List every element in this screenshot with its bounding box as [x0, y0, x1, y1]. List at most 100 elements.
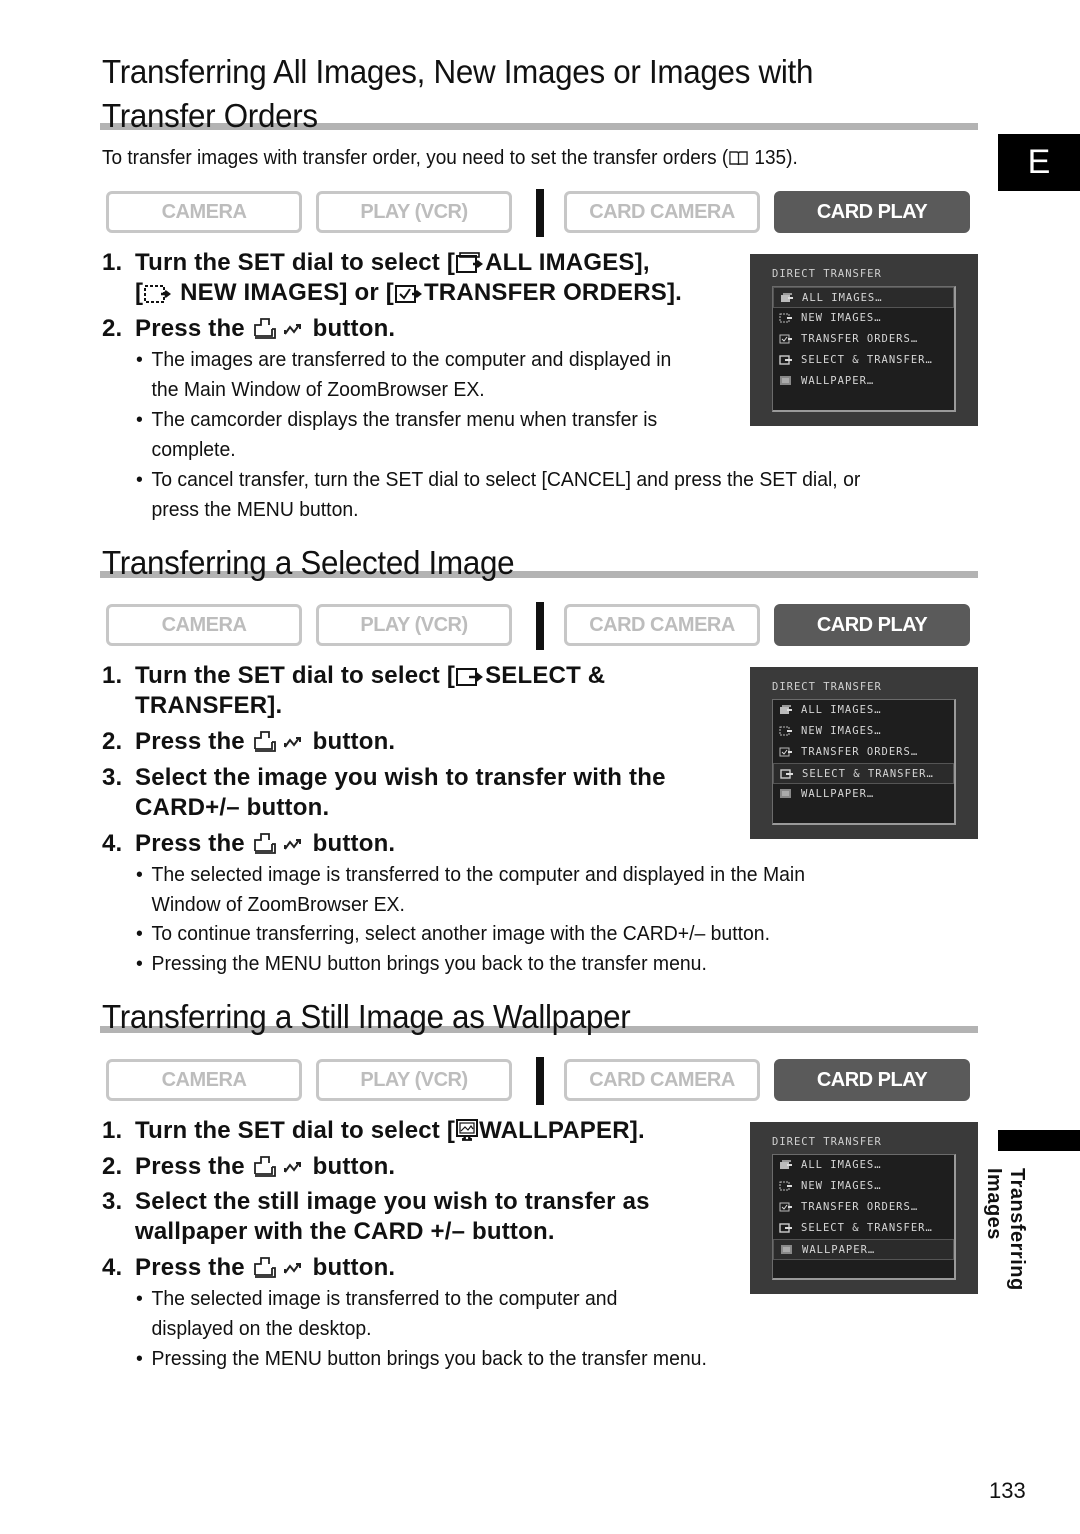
wallpaper-icon: [779, 376, 793, 386]
option-wallpaper: WALLPAPER].: [479, 1117, 645, 1144]
transfer-orders-icon: [779, 747, 793, 757]
page-number: 133: [989, 1478, 1026, 1503]
book-reference-icon: [729, 151, 748, 166]
mode-separator: [536, 1057, 544, 1105]
mode-card-camera: CARD CAMERA: [564, 191, 760, 233]
step-2: 2. Press the button.: [102, 314, 395, 344]
lcd-menu-panel: ALL IMAGES… NEW IMAGES… TRANSFER ORDERS……: [772, 1154, 956, 1280]
print-share-button-icon: [252, 316, 306, 340]
mode-play-vcr: PLAY (VCR): [316, 1059, 512, 1101]
step-text: Press the: [135, 728, 245, 755]
new-images-icon: [779, 313, 793, 323]
chapter-tab-marker: [998, 1130, 1080, 1151]
mode-indicator-bar: CAMERA PLAY (VCR) CARD CAMERA CARD PLAY: [106, 602, 974, 650]
lcd-item-new-images: NEW IMAGES…: [773, 308, 954, 329]
lcd-title: DIRECT TRANSFER: [772, 1136, 882, 1148]
select-transfer-icon: [779, 1223, 793, 1233]
step-number: 1.: [102, 249, 123, 276]
lcd-item-wallpaper: WALLPAPER…: [773, 371, 954, 392]
chapter-label: Transferring Images: [983, 1168, 1028, 1291]
section-title-wallpaper: Transferring a Still Image as Wallpaper: [102, 998, 631, 1035]
section-title-all-images-line2: Transfer Orders: [102, 97, 318, 134]
bullet-item: • The camcorder displays the transfer men…: [136, 409, 658, 461]
mode-camera: CAMERA: [106, 191, 302, 233]
print-share-button-icon: [252, 729, 306, 753]
step-1: 1. Turn the SET dial to select [ALL IMAGE…: [102, 248, 682, 308]
lcd-title: DIRECT TRANSFER: [772, 268, 882, 280]
step-text: TRANSFER].: [135, 692, 283, 719]
new-images-icon: [779, 1181, 793, 1191]
wallpaper-icon: [455, 1118, 479, 1142]
step-1: 1. Turn the SET dial to select [WALLPAPER…: [102, 1116, 645, 1146]
lcd-title: DIRECT TRANSFER: [772, 681, 882, 693]
step-number: 2.: [102, 1153, 123, 1180]
section-title-all-images: Transferring All Images, New Images or I…: [102, 53, 814, 90]
step-text: Press the: [135, 830, 245, 857]
step-text: button.: [312, 1153, 396, 1180]
step-number: 2.: [102, 728, 123, 755]
wallpaper-icon: [779, 789, 793, 799]
transfer-orders-icon: [394, 282, 424, 304]
lcd-item-transfer-orders: TRANSFER ORDERS…: [773, 1197, 954, 1218]
lcd-item-transfer-orders: TRANSFER ORDERS…: [773, 329, 954, 350]
print-share-button-icon: [252, 1154, 306, 1178]
intro-prefix: To transfer images with transfer order, …: [102, 147, 729, 169]
step-text: Turn the SET dial to select [: [135, 662, 456, 689]
lcd-item-new-images: NEW IMAGES…: [773, 1176, 954, 1197]
step-3: 3. Select the still image you wish to tra…: [102, 1187, 650, 1247]
select-transfer-icon: [455, 665, 485, 687]
mode-card-play-active: CARD PLAY: [774, 1059, 970, 1101]
step-4: 4. Press the button.: [102, 829, 395, 859]
step-2: 2. Press the button.: [102, 1152, 395, 1182]
lcd-menu-panel: ALL IMAGES… NEW IMAGES… TRANSFER ORDERS……: [772, 699, 956, 825]
select-transfer-icon: [779, 355, 793, 365]
step-number: 4.: [102, 830, 123, 857]
step-text: button.: [312, 315, 396, 342]
step-text: Press the: [135, 1254, 245, 1281]
section-title-selected-image: Transferring a Selected Image: [102, 544, 515, 581]
bullet-item: • Pressing the MENU button brings you bac…: [136, 953, 707, 975]
step-text: button.: [312, 728, 396, 755]
lcd-item-all-images: ALL IMAGES…: [773, 700, 954, 721]
bullet-item: • The selected image is transferred to th…: [136, 1288, 618, 1340]
lcd-item-all-images: ALL IMAGES…: [773, 1155, 954, 1176]
step-text: Press the: [135, 315, 245, 342]
step-number: 1.: [102, 1117, 123, 1144]
wallpaper-icon: [780, 1245, 794, 1255]
step-number: 4.: [102, 1254, 123, 1281]
mode-indicator-bar: CAMERA PLAY (VCR) CARD CAMERA CARD PLAY: [106, 189, 974, 237]
lcd-item-transfer-orders: TRANSFER ORDERS…: [773, 742, 954, 763]
intro-page-ref[interactable]: 135).: [754, 147, 797, 169]
all-images-icon: [780, 293, 794, 303]
step-text: Select the image you wish to transfer wi…: [135, 764, 666, 791]
mode-card-play-active: CARD PLAY: [774, 604, 970, 646]
mode-separator: [536, 189, 544, 237]
step-number: 3.: [102, 764, 123, 791]
bullet-item: • The images are transferred to the compu…: [136, 349, 672, 401]
all-images-icon: [779, 1160, 793, 1170]
select-transfer-icon: [780, 769, 794, 779]
bullet-item: • The selected image is transferred to th…: [136, 864, 806, 916]
step-text: Press the: [135, 1153, 245, 1180]
lcd-item-all-images-selected: ALL IMAGES…: [773, 287, 954, 308]
step-text: button.: [312, 830, 396, 857]
mode-camera: CAMERA: [106, 604, 302, 646]
print-share-button-icon: [252, 1255, 306, 1279]
step-text: CARD+/– button.: [135, 794, 330, 821]
transfer-orders-icon: [779, 1202, 793, 1212]
all-images-icon: [455, 252, 485, 274]
mode-play-vcr: PLAY (VCR): [316, 191, 512, 233]
lcd-item-new-images: NEW IMAGES…: [773, 721, 954, 742]
step-3: 3. Select the image you wish to transfer …: [102, 763, 666, 823]
transfer-orders-icon: [779, 334, 793, 344]
lcd-screenshot-select-transfer: DIRECT TRANSFER ALL IMAGES… NEW IMAGES… …: [750, 667, 978, 839]
bullet-item: • To continue transferring, select anothe…: [136, 923, 770, 945]
lcd-menu-panel: ALL IMAGES… NEW IMAGES… TRANSFER ORDERS……: [772, 286, 956, 412]
language-tab: E: [998, 134, 1080, 191]
lcd-screenshot-all-images: DIRECT TRANSFER ALL IMAGES… NEW IMAGES… …: [750, 254, 978, 426]
intro-text: To transfer images with transfer order, …: [102, 145, 798, 171]
step-text: button.: [312, 1254, 396, 1281]
new-images-icon: [779, 726, 793, 736]
option-select-transfer: SELECT &: [485, 662, 606, 689]
mode-card-play-active: CARD PLAY: [774, 191, 970, 233]
